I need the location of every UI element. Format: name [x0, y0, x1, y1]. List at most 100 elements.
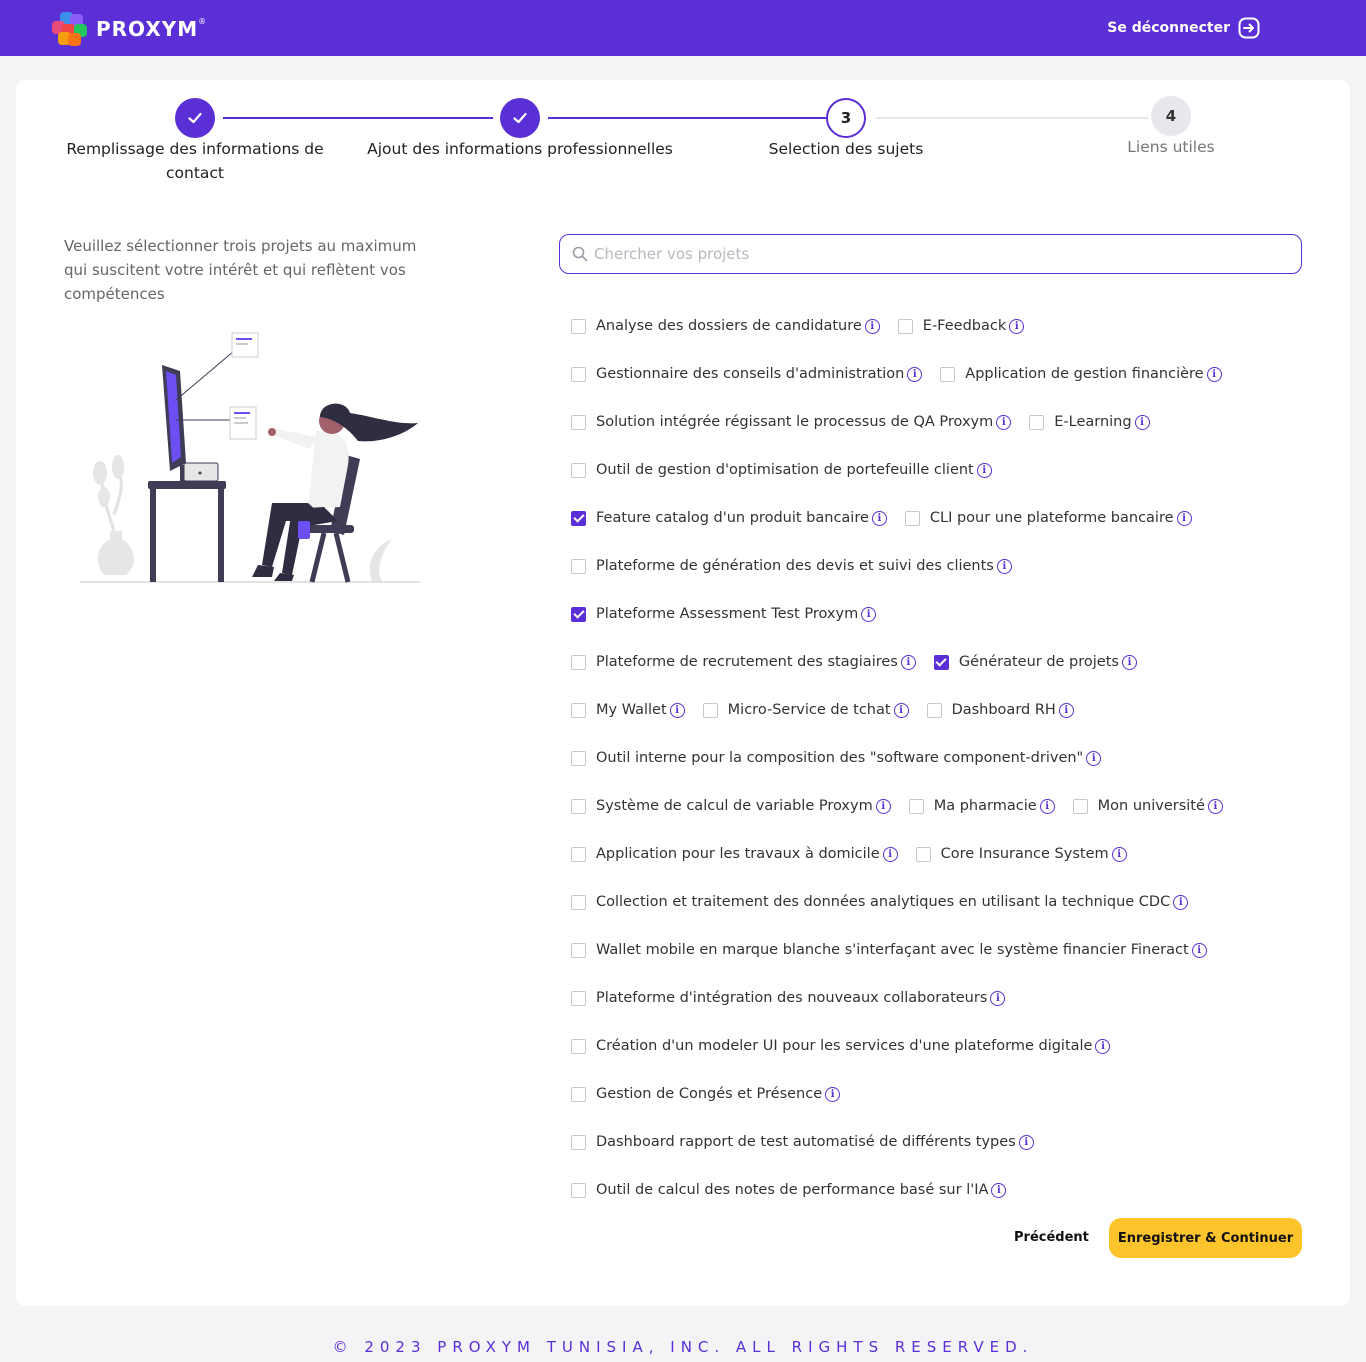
project-label: Outil de gestion d'optimisation de porte… [596, 462, 974, 478]
project-option[interactable]: Wallet mobile en marque blanche s'interf… [571, 942, 1207, 958]
info-icon[interactable]: i [861, 606, 877, 622]
project-option[interactable]: Application pour les travaux à domicile i [571, 846, 898, 862]
project-checkbox[interactable] [571, 942, 586, 958]
project-checkbox[interactable] [571, 1086, 586, 1102]
project-checkbox-checked[interactable] [933, 654, 949, 670]
project-checkbox-checked[interactable] [571, 510, 586, 526]
project-option[interactable]: Mon université i [1072, 798, 1223, 814]
project-option[interactable]: Micro-Service de tchat i [702, 702, 909, 718]
project-option[interactable]: Dashboard rapport de test automatisé de … [571, 1134, 1034, 1150]
project-checkbox[interactable] [571, 990, 586, 1006]
project-option[interactable]: Outil de gestion d'optimisation de porte… [571, 462, 992, 478]
previous-button[interactable]: Précédent [1014, 1226, 1089, 1248]
step-1-circle[interactable] [175, 98, 215, 138]
info-icon[interactable]: i [907, 366, 923, 382]
info-icon[interactable]: i [1206, 366, 1222, 382]
info-icon[interactable]: i [1018, 1134, 1034, 1150]
project-option[interactable]: Système de calcul de variable Proxym i [571, 798, 891, 814]
info-icon[interactable]: i [1207, 798, 1223, 814]
proxym-logo[interactable]: PROXYM® [52, 12, 207, 46]
project-checkbox[interactable] [702, 702, 718, 718]
info-icon[interactable]: i [1058, 702, 1074, 718]
project-checkbox[interactable] [908, 798, 924, 814]
info-icon[interactable]: i [882, 846, 898, 862]
project-checkbox[interactable] [926, 702, 942, 718]
step-4-circle[interactable]: 4 [1151, 96, 1191, 136]
info-icon[interactable]: i [1134, 414, 1150, 430]
project-label: Dashboard RH [951, 702, 1056, 718]
project-option[interactable]: E-Learning i [1029, 414, 1150, 430]
project-checkbox[interactable] [1072, 798, 1088, 814]
project-option[interactable]: Outil interne pour la composition des "s… [571, 750, 1102, 766]
project-option[interactable]: CLI pour une plateforme bancaire i [904, 510, 1192, 526]
info-icon[interactable]: i [669, 702, 685, 718]
info-icon[interactable]: i [1039, 798, 1055, 814]
project-option[interactable]: Dashboard RH i [926, 702, 1074, 718]
project-checkbox[interactable] [897, 318, 913, 334]
project-checkbox[interactable] [571, 702, 586, 718]
project-option[interactable]: Générateur de projets i [933, 654, 1137, 670]
info-icon[interactable]: i [996, 558, 1012, 574]
info-icon[interactable]: i [991, 1182, 1007, 1198]
project-option[interactable]: My Wallet i [571, 702, 685, 718]
project-checkbox[interactable] [571, 846, 586, 862]
project-option[interactable]: Outil de calcul des notes de performance… [571, 1182, 1007, 1198]
project-checkbox[interactable] [904, 510, 920, 526]
project-option[interactable]: Plateforme d'intégration des nouveaux co… [571, 990, 1006, 1006]
project-option[interactable]: Feature catalog d'un produit bancaire i [571, 510, 887, 526]
project-checkbox[interactable] [571, 414, 586, 430]
info-icon[interactable]: i [996, 414, 1012, 430]
info-icon[interactable]: i [900, 654, 916, 670]
save-continue-button[interactable]: Enregistrer & Continuer [1109, 1218, 1302, 1258]
info-icon[interactable]: i [1086, 750, 1102, 766]
project-checkbox[interactable] [571, 318, 586, 334]
project-checkbox[interactable] [571, 462, 586, 478]
project-option[interactable]: Gestion de Congés et Présence i [571, 1086, 841, 1102]
project-checkbox-checked[interactable] [571, 606, 586, 622]
project-option[interactable]: Création d'un modeler UI pour les servic… [571, 1038, 1111, 1054]
project-checkbox[interactable] [571, 1038, 586, 1054]
project-option[interactable]: Collection et traitement des données ana… [571, 894, 1189, 910]
project-option[interactable]: Gestionnaire des conseils d'administrati… [571, 366, 923, 382]
info-icon[interactable]: i [1009, 318, 1025, 334]
check-icon [188, 112, 202, 124]
info-icon[interactable]: i [825, 1086, 841, 1102]
info-icon[interactable]: i [893, 702, 909, 718]
project-label: Micro-Service de tchat [727, 702, 891, 718]
info-icon[interactable]: i [1191, 942, 1207, 958]
project-checkbox[interactable] [571, 1182, 586, 1198]
project-checkbox[interactable] [940, 366, 956, 382]
info-icon[interactable]: i [1176, 510, 1192, 526]
project-option[interactable]: Core Insurance System i [915, 846, 1127, 862]
project-option[interactable]: Application de gestion financière i [940, 366, 1222, 382]
project-checkbox[interactable] [915, 846, 931, 862]
search-input[interactable] [594, 245, 1274, 263]
project-option[interactable]: Plateforme de recrutement des stagiaires… [571, 654, 916, 670]
project-checkbox[interactable] [1029, 414, 1045, 430]
info-icon[interactable]: i [1095, 1038, 1111, 1054]
project-checkbox[interactable] [571, 1134, 586, 1150]
project-checkbox[interactable] [571, 750, 586, 766]
info-icon[interactable]: i [864, 318, 880, 334]
project-checkbox[interactable] [571, 798, 586, 814]
info-icon[interactable]: i [1111, 846, 1127, 862]
project-option[interactable]: Analyse des dossiers de candidature i [571, 318, 880, 334]
info-icon[interactable]: i [875, 798, 891, 814]
info-icon[interactable]: i [990, 990, 1006, 1006]
project-checkbox[interactable] [571, 894, 586, 910]
project-option[interactable]: Plateforme Assessment Test Proxym i [571, 606, 877, 622]
project-option[interactable]: Ma pharmacie i [908, 798, 1055, 814]
project-option[interactable]: Plateforme de génération des devis et su… [571, 558, 1012, 574]
step-2-circle[interactable] [500, 98, 540, 138]
step-3-circle[interactable]: 3 [826, 98, 866, 138]
info-icon[interactable]: i [1173, 894, 1189, 910]
project-checkbox[interactable] [571, 366, 586, 382]
project-option[interactable]: Solution intégrée régissant le processus… [571, 414, 1012, 430]
project-checkbox[interactable] [571, 558, 586, 574]
logout-button[interactable]: Se déconnecter [1107, 16, 1260, 40]
info-icon[interactable]: i [1121, 654, 1137, 670]
info-icon[interactable]: i [871, 510, 887, 526]
info-icon[interactable]: i [976, 462, 992, 478]
project-checkbox[interactable] [571, 654, 586, 670]
project-option[interactable]: E-Feedback i [897, 318, 1025, 334]
